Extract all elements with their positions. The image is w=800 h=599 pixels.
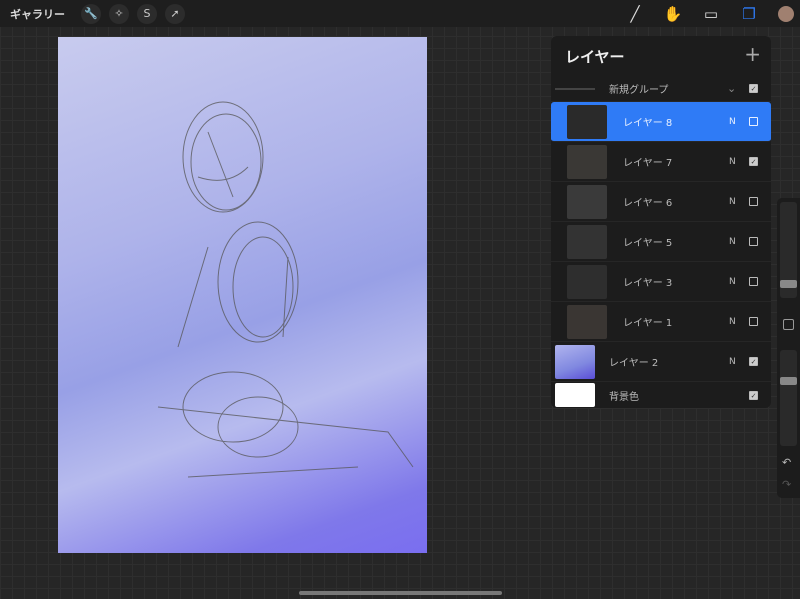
drawing-canvas[interactable] [58,37,427,553]
eyedropper-button[interactable] [783,319,794,330]
brush-size-slider[interactable] [780,202,797,298]
layer-row[interactable]: レイヤー 8 N [551,102,771,142]
blend-mode[interactable]: N [729,197,736,207]
layer-name: レイヤー 6 [623,198,673,209]
layer-name: レイヤー 2 [609,358,659,369]
layer-name: レイヤー 1 [623,318,673,329]
opacity-slider[interactable] [780,350,797,446]
visibility-checkbox[interactable] [749,237,758,246]
layer-name: レイヤー 5 [623,238,673,249]
color-swatch[interactable] [778,5,794,22]
visibility-checkbox[interactable]: ✓ [749,157,758,166]
visibility-checkbox[interactable]: ✓ [749,390,758,400]
background-color-row[interactable]: 背景色 ✓ [551,382,771,408]
layer-row[interactable]: レイヤー 7 N ✓ [551,142,771,182]
blend-mode[interactable]: N [729,237,736,247]
transform-arrow-icon[interactable]: ➚ [165,3,185,24]
layers-icon[interactable]: ❐ [730,5,768,23]
eraser-icon[interactable]: ▭ [692,5,730,23]
slider-knob[interactable] [780,377,797,385]
layer-thumbnail [567,264,607,299]
add-layer-button[interactable]: + [744,42,761,66]
layer-row[interactable]: レイヤー 6 N [551,182,771,222]
layer-name: レイヤー 7 [623,158,673,169]
group-name: 新規グループ [609,85,669,96]
gallery-button[interactable]: ギャラリー [10,6,65,22]
brush-icon[interactable]: ╱ [616,5,654,23]
layer-name: レイヤー 3 [623,278,673,289]
group-line [555,87,595,90]
layer-thumbnail [567,184,607,219]
visibility-checkbox[interactable] [749,277,758,286]
visibility-checkbox[interactable] [749,117,758,126]
slider-knob[interactable] [780,280,797,288]
layer-row[interactable]: レイヤー 2 N ✓ [551,342,771,382]
layer-thumbnail [567,224,607,259]
chevron-down-icon[interactable]: ⌄ [727,82,736,95]
top-toolbar: ギャラリー 🔧 ✧ S ➚ ╱ ✋ ▭ ❐ [0,0,800,27]
layer-row[interactable]: レイヤー 5 N [551,222,771,262]
selection-icon[interactable]: S [137,3,157,24]
layer-thumbnail [555,383,595,407]
smudge-icon[interactable]: ✋ [654,5,692,23]
layer-name: レイヤー 8 [623,118,673,129]
magic-wand-icon[interactable]: ✧ [109,3,129,24]
layer-row[interactable]: レイヤー 3 N [551,262,771,302]
blend-mode[interactable]: N [729,117,736,127]
layer-thumbnail [567,304,607,339]
layer-row[interactable]: レイヤー 1 N [551,302,771,342]
visibility-checkbox[interactable]: ✓ [749,357,758,366]
layer-name: 背景色 [609,391,639,403]
visibility-checkbox[interactable] [749,197,758,206]
layers-panel: レイヤー + 新規グループ ⌄ ✓ レイヤー 8 N レイヤー 7 N ✓ レイ… [551,36,771,408]
blend-mode[interactable]: N [729,357,736,367]
layer-thumbnail [555,344,595,379]
visibility-checkbox[interactable]: ✓ [749,84,758,93]
home-indicator [299,591,502,595]
layer-group[interactable]: 新規グループ ⌄ ✓ [551,76,771,102]
visibility-checkbox[interactable] [749,317,758,326]
redo-icon[interactable]: ↷ [782,478,791,491]
blend-mode[interactable]: N [729,317,736,327]
panel-title: レイヤー [565,48,625,66]
side-toolbar: ↶ ↷ [777,198,800,498]
layer-thumbnail [567,104,607,139]
layer-thumbnail [567,144,607,179]
blend-mode[interactable]: N [729,277,736,287]
wrench-icon[interactable]: 🔧 [81,3,101,24]
sketch-drawing [157,101,414,478]
undo-icon[interactable]: ↶ [782,456,791,469]
blend-mode[interactable]: N [729,157,736,167]
